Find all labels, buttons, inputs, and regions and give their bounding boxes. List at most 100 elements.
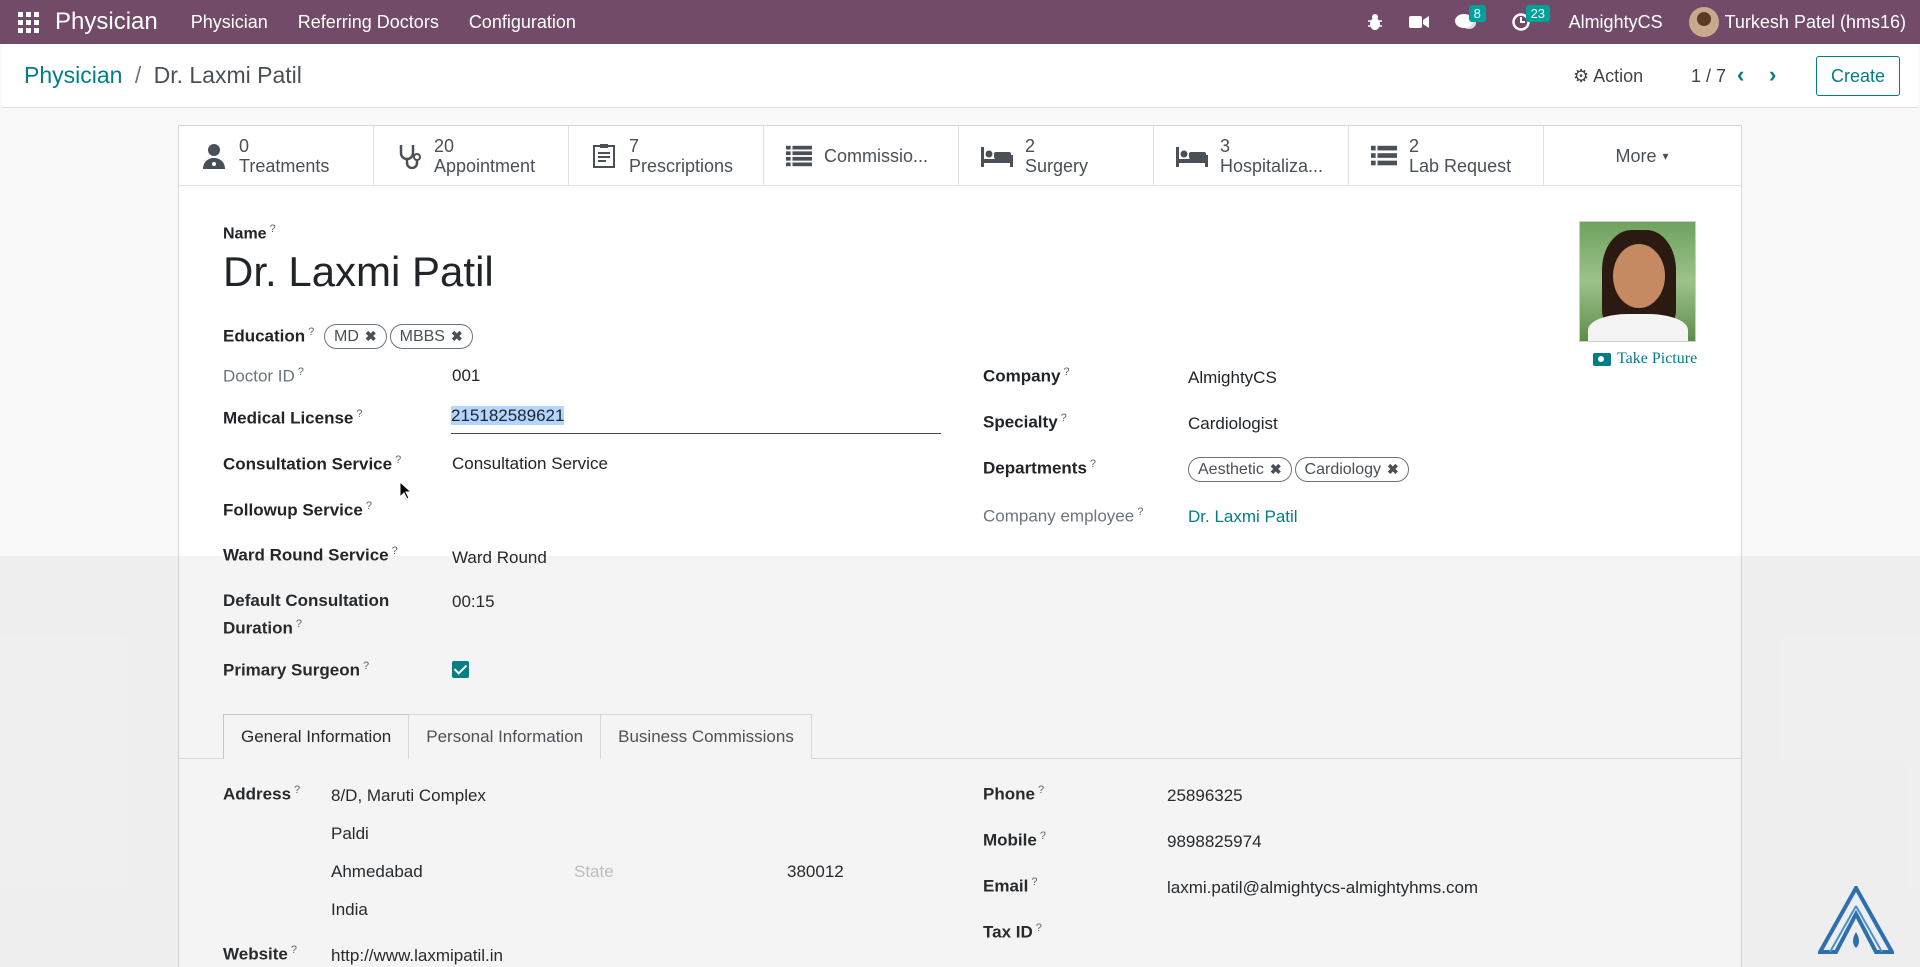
- country-value[interactable]: India: [331, 900, 368, 920]
- bug-icon[interactable]: [1367, 13, 1383, 31]
- name-label: Name?: [223, 223, 276, 243]
- company-value[interactable]: AlmightyCS: [1188, 368, 1277, 388]
- specialty-label: Specialty?: [983, 412, 1067, 432]
- remove-tag-icon[interactable]: ✖: [365, 328, 377, 345]
- top-navbar: Physician Physician Referring Doctors Co…: [0, 0, 1920, 44]
- notebook-tabs: General Information Personal Information…: [223, 714, 812, 759]
- menu-configuration[interactable]: Configuration: [469, 12, 576, 33]
- tab-general-information[interactable]: General Information: [223, 714, 410, 759]
- caret-down-icon: ▾: [1662, 149, 1669, 163]
- taxid-label: Tax ID?: [983, 922, 1042, 942]
- street-value[interactable]: 8/D, Maruti Complex: [331, 786, 486, 806]
- activity-badge: 23: [1525, 5, 1551, 22]
- treatments-label: Treatments: [239, 156, 330, 176]
- pager-value[interactable]: 1 / 7: [1691, 66, 1726, 87]
- doctor-id-label: Doctor ID?: [223, 366, 304, 386]
- street2-value[interactable]: Paldi: [331, 824, 369, 844]
- surgery-button[interactable]: 2 Surgery: [959, 126, 1154, 186]
- action-button[interactable]: ⚙ Action: [1573, 66, 1643, 87]
- menu-referring-doctors[interactable]: Referring Doctors: [298, 12, 439, 33]
- doctor-icon: [201, 143, 227, 169]
- take-picture-label: Take Picture: [1617, 350, 1698, 367]
- lab-request-count: 2: [1409, 136, 1420, 156]
- followup-service-label: Followup Service?: [223, 500, 372, 520]
- smart-buttons: 0 Treatments 20 Appointment 7 Prescripti…: [179, 126, 1741, 186]
- remove-tag-icon[interactable]: ✖: [451, 328, 463, 345]
- mouse-cursor-icon: [400, 482, 412, 500]
- doctor-id-value[interactable]: 001: [452, 366, 480, 386]
- medical-license-label: Medical License?: [223, 408, 363, 428]
- website-value[interactable]: http://www.laxmipatil.in: [331, 946, 503, 966]
- breadcrumb: Physician / Dr. Laxmi Patil: [24, 62, 302, 89]
- email-label: Email?: [983, 876, 1038, 896]
- email-value[interactable]: laxmi.patil@almightycs-almightyhms.com: [1167, 878, 1478, 898]
- pager-previous-icon[interactable]: ‹: [1737, 62, 1744, 88]
- user-name: Turkesh Patel (hms16): [1724, 11, 1906, 32]
- list-icon: [786, 143, 812, 169]
- education-tags[interactable]: MD ✖ MBBS ✖: [324, 324, 476, 349]
- bed-icon: [981, 143, 1013, 169]
- hospitalization-label: Hospitaliza...: [1220, 156, 1324, 176]
- education-tag: MBBS ✖: [389, 324, 473, 349]
- chat-icon[interactable]: 8: [1454, 5, 1486, 31]
- prescriptions-count: 7: [629, 136, 640, 156]
- doctor-name-field[interactable]: Dr. Laxmi Patil: [223, 248, 494, 296]
- treatments-button[interactable]: 0 Treatments: [179, 126, 374, 186]
- breadcrumb-physician-link[interactable]: Physician: [24, 62, 122, 88]
- appointment-label: Appointment: [434, 156, 536, 176]
- department-tag: Cardiology ✖: [1294, 457, 1409, 482]
- primary-surgeon-checkbox[interactable]: [452, 661, 469, 678]
- appointment-button[interactable]: 20 Appointment: [374, 126, 569, 186]
- remove-tag-icon[interactable]: ✖: [1270, 461, 1282, 478]
- commissions-button[interactable]: Commissio...: [764, 126, 959, 186]
- specialty-value[interactable]: Cardiologist: [1188, 414, 1278, 434]
- apps-menu-icon[interactable]: [17, 11, 39, 33]
- mobile-label: Mobile?: [983, 830, 1046, 850]
- medical-license-input[interactable]: 215182589621: [451, 406, 941, 434]
- lab-request-button[interactable]: 2 Lab Request: [1349, 126, 1544, 186]
- tab-personal-information[interactable]: Personal Information: [408, 714, 602, 759]
- create-button[interactable]: Create: [1816, 56, 1900, 96]
- treatments-count: 0: [239, 136, 250, 156]
- default-duration-value[interactable]: 00:15: [452, 592, 495, 612]
- prescriptions-button[interactable]: 7 Prescriptions: [569, 126, 764, 186]
- menu-physician[interactable]: Physician: [191, 12, 268, 33]
- bed-icon: [1176, 143, 1208, 169]
- watermark-logo-icon: [1818, 886, 1894, 954]
- gear-icon: ⚙: [1573, 66, 1590, 86]
- user-menu[interactable]: Turkesh Patel (hms16): [1688, 7, 1906, 37]
- video-call-icon[interactable]: [1408, 15, 1429, 29]
- camera-icon: [1593, 352, 1611, 366]
- city-value[interactable]: Ahmedabad: [331, 862, 423, 882]
- phone-value[interactable]: 25896325: [1167, 786, 1243, 806]
- remove-tag-icon[interactable]: ✖: [1387, 461, 1399, 478]
- department-tags[interactable]: Aesthetic ✖ Cardiology ✖: [1188, 457, 1412, 482]
- company-switcher[interactable]: AlmightyCS: [1569, 12, 1663, 33]
- consultation-service-value[interactable]: Consultation Service: [452, 454, 608, 474]
- avatar: [1688, 7, 1719, 37]
- tab-business-commissions[interactable]: Business Commissions: [600, 714, 812, 759]
- ward-round-value[interactable]: Ward Round: [452, 548, 547, 568]
- mobile-value[interactable]: 9898825974: [1167, 832, 1262, 852]
- action-label: Action: [1593, 66, 1644, 86]
- take-picture-button[interactable]: Take Picture: [1593, 350, 1697, 368]
- state-placeholder[interactable]: State: [574, 862, 614, 882]
- prescriptions-label: Prescriptions: [629, 156, 734, 176]
- zip-value[interactable]: 380012: [787, 862, 844, 882]
- activity-clock-icon[interactable]: 23: [1511, 5, 1551, 31]
- company-employee-link[interactable]: Dr. Laxmi Patil: [1188, 507, 1298, 527]
- hospitalization-count: 3: [1220, 136, 1231, 156]
- company-employee-label: Company employee?: [983, 506, 1144, 526]
- appointment-count: 20: [434, 136, 455, 156]
- doctor-photo[interactable]: [1579, 221, 1696, 342]
- ward-round-label: Ward Round Service?: [223, 545, 398, 565]
- form-sheet: 0 Treatments 20 Appointment 7 Prescripti…: [178, 125, 1742, 967]
- primary-surgeon-label: Primary Surgeon?: [223, 660, 370, 680]
- pager-next-icon[interactable]: ›: [1769, 62, 1776, 88]
- app-brand[interactable]: Physician: [55, 8, 158, 36]
- hospitalization-button[interactable]: 3 Hospitaliza...: [1154, 126, 1349, 186]
- more-label: More: [1615, 145, 1657, 166]
- consultation-service-label: Consultation Service?: [223, 454, 402, 474]
- more-button[interactable]: More ▾: [1544, 126, 1740, 186]
- address-label: Address?: [223, 784, 301, 804]
